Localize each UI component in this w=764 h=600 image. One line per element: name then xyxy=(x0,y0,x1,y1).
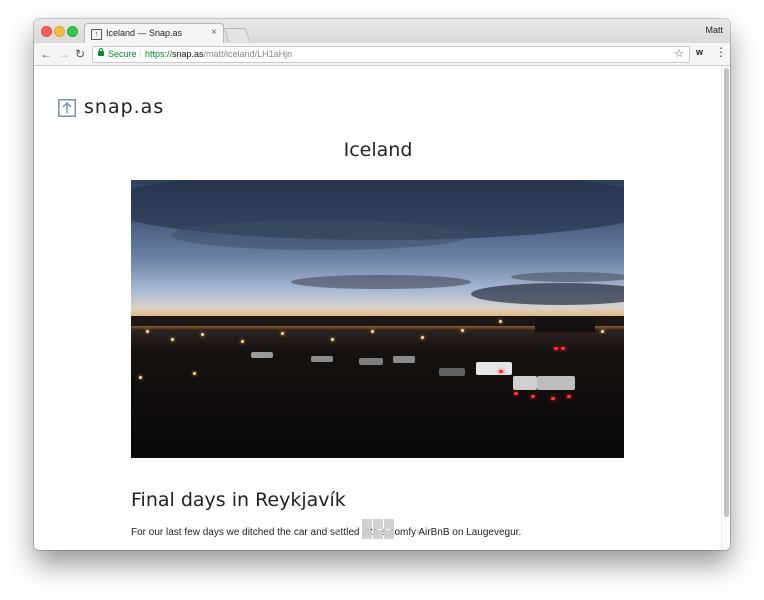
city-light xyxy=(201,333,204,336)
city-light xyxy=(241,340,244,343)
scrollbar-track[interactable] xyxy=(721,66,730,550)
city-light xyxy=(461,329,464,332)
cloud-band xyxy=(291,275,471,289)
city-light xyxy=(171,338,174,341)
address-bar[interactable]: Secure | https://snap.as/matt/iceland/LH… xyxy=(92,46,690,63)
title-bar: ↑ Iceland — Snap.as × Matt xyxy=(34,19,730,44)
city-light xyxy=(139,376,142,379)
tail-light xyxy=(531,395,535,398)
profile-name[interactable]: Matt xyxy=(705,25,723,35)
grid-cell xyxy=(373,519,383,529)
grid-cell xyxy=(384,519,394,529)
url-host: snap.as xyxy=(172,49,204,59)
photo-pager: ← → xyxy=(332,519,424,539)
logo-text: snap.as xyxy=(84,96,165,118)
secure-label: Secure xyxy=(108,49,137,59)
forward-button[interactable]: → xyxy=(58,46,70,62)
post-title: Final days in Reykjavík xyxy=(131,489,346,511)
browser-window: ↑ Iceland — Snap.as × Matt ← → ↻ Secure … xyxy=(34,19,730,550)
car xyxy=(439,368,465,376)
city-light xyxy=(499,320,502,323)
close-window-button[interactable] xyxy=(41,26,52,37)
grid-cell xyxy=(373,529,383,539)
city-light xyxy=(601,330,604,333)
url-path: /matt/iceland/LH1aHjn xyxy=(203,49,293,59)
kebab-menu-icon[interactable]: ⋮ xyxy=(715,45,727,59)
page-viewport: snap.as Iceland Final days in Reykjavík … xyxy=(34,66,730,550)
tail-light xyxy=(514,392,518,395)
car xyxy=(537,376,575,390)
extension-icon[interactable]: w xyxy=(696,47,703,57)
url-text: https://snap.as/matt/iceland/LH1aHjn xyxy=(145,47,292,62)
tail-light xyxy=(499,370,503,373)
tail-light xyxy=(567,395,571,398)
tab-iceland[interactable]: ↑ Iceland — Snap.as × xyxy=(84,23,224,44)
lock-icon xyxy=(98,48,104,56)
url-separator: | xyxy=(139,49,142,59)
post-body: For our last few days we ditched the car… xyxy=(131,527,522,538)
scrollbar-thumb[interactable] xyxy=(724,68,729,517)
snapas-favicon-icon: ↑ xyxy=(91,29,102,40)
city-light xyxy=(421,336,424,339)
car xyxy=(476,362,512,375)
next-arrow-icon[interactable]: → xyxy=(406,519,423,539)
new-tab-button[interactable] xyxy=(223,28,251,42)
previous-arrow-icon[interactable]: ← xyxy=(332,519,349,539)
cloud-band xyxy=(511,272,624,282)
grid-cell xyxy=(362,519,372,529)
city-light xyxy=(371,330,374,333)
city-light xyxy=(331,338,334,341)
city-light xyxy=(193,372,196,375)
bookmark-star-icon[interactable]: ☆ xyxy=(674,47,684,62)
city-light xyxy=(281,332,284,335)
browser-toolbar: ← → ↻ Secure | https://snap.as/matt/icel… xyxy=(34,43,730,66)
minimize-window-button[interactable] xyxy=(54,26,65,37)
reload-button[interactable]: ↻ xyxy=(75,46,85,62)
car xyxy=(311,356,333,362)
cloud-band xyxy=(171,220,471,250)
car xyxy=(359,358,383,365)
tab-title: Iceland — Snap.as xyxy=(106,28,183,38)
tail-light xyxy=(561,347,565,350)
upload-arrow-icon xyxy=(58,99,76,117)
tail-light xyxy=(554,347,558,350)
grid-icon[interactable] xyxy=(362,519,394,539)
tail-light xyxy=(551,397,555,400)
grid-cell xyxy=(384,529,394,539)
cloud-band xyxy=(471,283,624,305)
back-button[interactable]: ← xyxy=(40,46,52,62)
url-scheme: https:// xyxy=(145,49,173,59)
car xyxy=(251,352,273,358)
album-title: Iceland xyxy=(343,139,413,161)
car xyxy=(513,376,537,390)
sunset-photo[interactable] xyxy=(131,180,624,458)
building xyxy=(535,318,595,332)
grid-cell xyxy=(362,529,372,539)
tab-close-icon[interactable]: × xyxy=(211,27,217,38)
city-light xyxy=(146,330,149,333)
maximize-window-button[interactable] xyxy=(67,26,78,37)
car xyxy=(393,356,415,363)
